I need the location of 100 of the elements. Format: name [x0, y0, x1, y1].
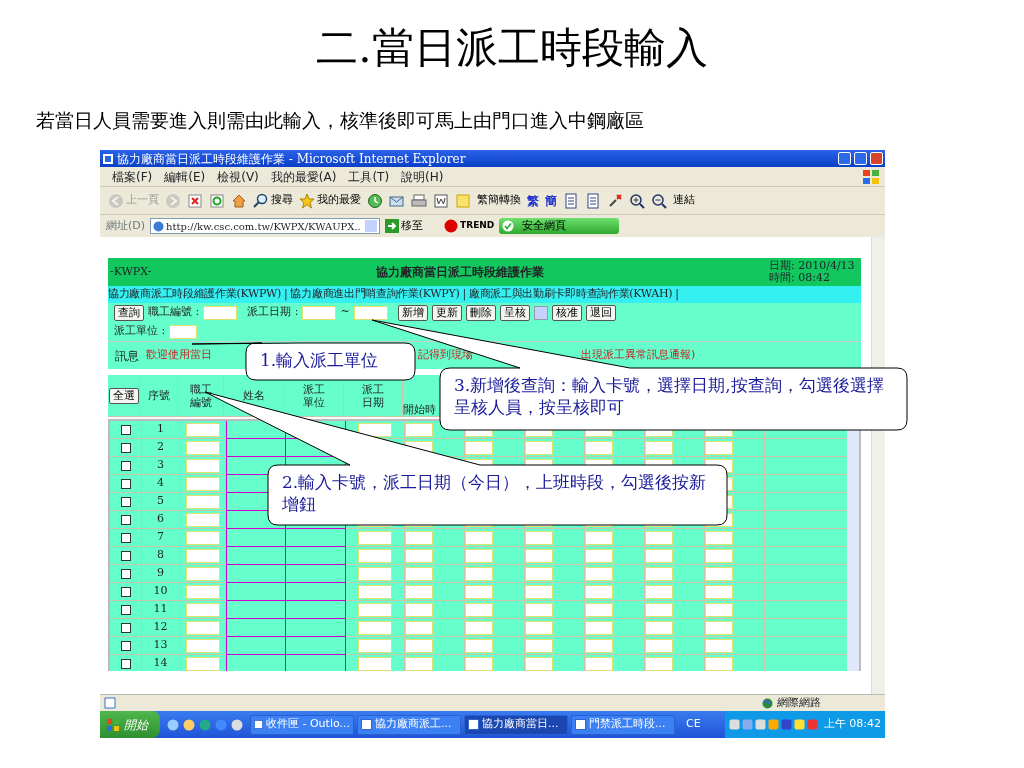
input-field[interactable]	[358, 566, 392, 581]
input-field[interactable]	[465, 548, 493, 563]
input-field[interactable]	[358, 584, 392, 599]
taskbar-button[interactable]: 協力廠商派工...	[357, 714, 461, 735]
toolbar-button[interactable]	[651, 192, 667, 209]
input-field[interactable]	[405, 584, 433, 599]
input-field[interactable]	[465, 602, 493, 617]
input-field[interactable]	[585, 566, 613, 581]
input-field[interactable]	[185, 548, 220, 563]
checkbox[interactable]	[120, 424, 131, 435]
input-field[interactable]	[705, 530, 733, 545]
input-field[interactable]	[585, 638, 613, 653]
toolbar-button[interactable]	[629, 192, 645, 209]
input-field[interactable]	[185, 476, 220, 491]
tray-icon[interactable]	[780, 719, 792, 730]
app-icon[interactable]	[231, 718, 243, 731]
checkbox[interactable]	[120, 550, 131, 561]
safe-browsing-button[interactable]: 安全網頁	[499, 218, 620, 234]
action-button[interactable]: 更新	[431, 304, 462, 321]
action-button[interactable]: 退回	[585, 304, 616, 321]
close-button[interactable]	[870, 152, 883, 165]
input-field[interactable]	[525, 620, 553, 635]
input-field[interactable]	[358, 656, 392, 671]
input-field[interactable]	[705, 440, 733, 455]
input-field[interactable]	[358, 530, 392, 545]
dropdown-field[interactable]	[533, 305, 548, 320]
input-field[interactable]	[405, 548, 433, 563]
input-field[interactable]	[465, 638, 493, 653]
input-field[interactable]	[705, 548, 733, 563]
input-field[interactable]	[405, 602, 433, 617]
input-field[interactable]	[525, 656, 553, 671]
input-field[interactable]	[525, 530, 553, 545]
input-field[interactable]	[405, 530, 433, 545]
input-field[interactable]	[465, 620, 493, 635]
input-field[interactable]	[358, 548, 392, 563]
input-field[interactable]	[203, 305, 238, 320]
input-field[interactable]	[705, 566, 733, 581]
input-field[interactable]	[585, 656, 613, 671]
tray-icon[interactable]	[728, 719, 740, 730]
input-field[interactable]	[353, 305, 388, 320]
minimize-button[interactable]	[838, 152, 851, 165]
input-field[interactable]	[585, 440, 613, 455]
tray-icon[interactable]	[741, 719, 753, 730]
checkbox[interactable]	[120, 442, 131, 453]
input-field[interactable]	[525, 548, 553, 563]
nav-link[interactable]: 協力廠商派工時段維護作業(KWPW)	[108, 286, 282, 303]
toolbar-button[interactable]: 我的最愛	[299, 192, 361, 209]
input-field[interactable]	[525, 440, 553, 455]
checkbox[interactable]	[120, 514, 131, 525]
input-field[interactable]	[585, 602, 613, 617]
action-button[interactable]: 呈核	[499, 304, 530, 321]
app-icon[interactable]	[167, 718, 179, 731]
language-indicator[interactable]: CE	[686, 716, 701, 733]
input-field[interactable]	[169, 324, 198, 339]
checkbox[interactable]	[120, 496, 131, 507]
input-field[interactable]	[705, 620, 733, 635]
toolbar-button[interactable]	[607, 192, 623, 209]
toolbar-button[interactable]: 繁簡轉換	[477, 192, 521, 209]
taskbar-button[interactable]: 收件匣 - Outlo...	[250, 714, 354, 735]
input-field[interactable]	[185, 638, 220, 653]
input-field[interactable]	[585, 530, 613, 545]
toolbar-button[interactable]: 繁	[527, 191, 539, 210]
input-field[interactable]	[585, 548, 613, 563]
input-field[interactable]	[645, 440, 673, 455]
app-icon[interactable]	[215, 718, 227, 731]
action-button[interactable]: 刪除	[465, 304, 496, 321]
input-field[interactable]	[525, 638, 553, 653]
checkbox[interactable]	[120, 460, 131, 471]
input-field[interactable]	[185, 440, 220, 455]
checkbox[interactable]	[120, 568, 131, 579]
input-field[interactable]	[645, 566, 673, 581]
input-field[interactable]	[405, 620, 433, 635]
input-field[interactable]	[645, 530, 673, 545]
toolbar-button[interactable]: 連結	[673, 192, 695, 209]
input-field[interactable]	[705, 584, 733, 599]
input-field[interactable]	[405, 638, 433, 653]
toolbar-button[interactable]: 搜尋	[253, 192, 293, 209]
toolbar-button[interactable]	[433, 192, 449, 209]
input-field[interactable]	[645, 638, 673, 653]
input-field[interactable]	[185, 458, 220, 473]
checkbox[interactable]	[120, 478, 131, 489]
menu-item[interactable]: 工具(T)	[348, 167, 390, 186]
checkbox[interactable]	[120, 640, 131, 651]
input-field[interactable]	[185, 566, 220, 581]
input-field[interactable]	[465, 656, 493, 671]
trend-button[interactable]: TREND	[444, 219, 495, 233]
tray-icon[interactable]	[767, 719, 779, 730]
input-field[interactable]	[705, 656, 733, 671]
select-all-button[interactable]: 全選	[108, 387, 139, 404]
input-field[interactable]	[185, 656, 220, 671]
input-field[interactable]	[185, 620, 220, 635]
input-field[interactable]	[525, 602, 553, 617]
input-field[interactable]	[645, 656, 673, 671]
tray-icon[interactable]	[754, 719, 766, 730]
input-field[interactable]	[185, 602, 220, 617]
input-field[interactable]	[705, 602, 733, 617]
input-field[interactable]	[645, 620, 673, 635]
tray-icon[interactable]	[793, 719, 805, 730]
input-field[interactable]	[358, 638, 392, 653]
input-field[interactable]	[465, 566, 493, 581]
